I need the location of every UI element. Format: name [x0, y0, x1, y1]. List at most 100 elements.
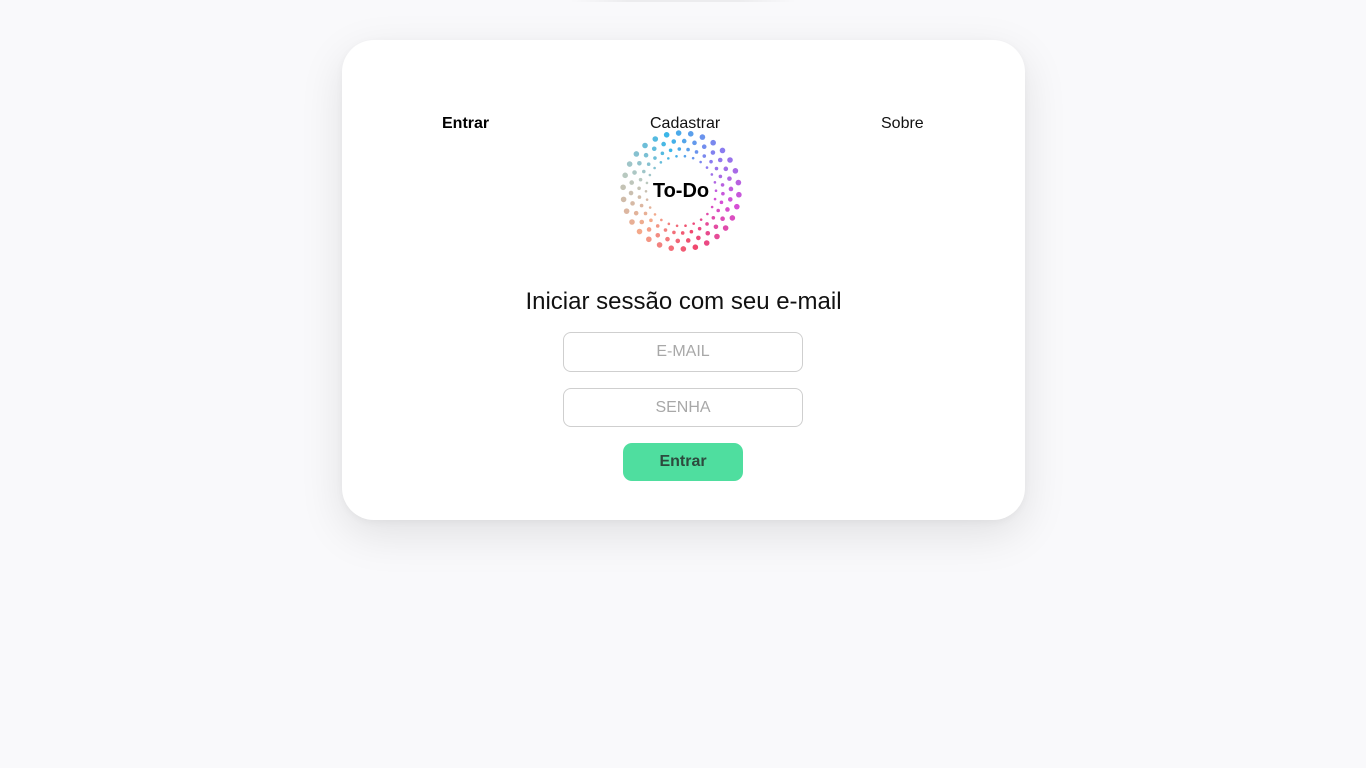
- logo-dot: [632, 170, 637, 175]
- logo-dot: [691, 156, 695, 160]
- login-heading: Iniciar sessão com seu e-mail: [525, 288, 842, 315]
- logo-dot: [637, 186, 641, 191]
- logo-dot: [681, 138, 687, 144]
- logo-dot: [706, 212, 709, 216]
- logo-dot: [709, 159, 713, 164]
- logo-dot: [660, 218, 663, 222]
- logo-dot: [701, 144, 707, 150]
- logo-dot: [696, 235, 701, 241]
- logo-dot: [665, 236, 670, 242]
- logo-dot: [648, 173, 652, 177]
- logo-dot: [713, 181, 717, 184]
- logo-dot: [705, 222, 709, 226]
- login-card: Entrar Cadastrar Sobre To-Do Iniciar ses…: [342, 40, 1025, 520]
- nav-sobre-tab[interactable]: Sobre: [881, 114, 924, 134]
- logo-dot: [620, 184, 626, 191]
- logo-dot: [637, 195, 642, 199]
- logo-dot: [680, 246, 687, 252]
- logo-dot: [719, 200, 724, 205]
- logo-dot: [722, 225, 729, 231]
- logo-dot: [645, 198, 649, 201]
- logo-dot: [653, 213, 657, 216]
- logo-dot: [699, 160, 702, 164]
- submit-button[interactable]: Entrar: [623, 443, 743, 481]
- logo-dot: [727, 176, 732, 181]
- logo-dot: [656, 242, 663, 248]
- dotted-ring-logo-icon: To-Do: [620, 130, 742, 252]
- logo-dot: [639, 203, 644, 208]
- logo-dot: [713, 197, 717, 201]
- logo-text: To-Do: [653, 180, 709, 202]
- logo-dot: [633, 151, 640, 157]
- logo-dot: [645, 181, 649, 185]
- logo-dot: [646, 236, 652, 243]
- logo-dot: [716, 208, 720, 213]
- logo-dot: [655, 232, 661, 238]
- top-divider: [570, 0, 796, 2]
- logo-dot: [668, 148, 673, 153]
- logo-dot: [697, 226, 702, 231]
- email-input[interactable]: [563, 332, 803, 372]
- logo-dot: [675, 130, 682, 136]
- logo-dot: [710, 173, 714, 176]
- logo-dot: [638, 177, 643, 182]
- logo-dot: [633, 210, 639, 216]
- todo-logo: To-Do: [616, 126, 746, 256]
- logo-dot: [719, 147, 726, 154]
- logo-dot: [686, 147, 690, 152]
- logo-dot: [683, 154, 687, 158]
- logo-dot: [692, 244, 699, 250]
- logo-dot: [710, 205, 714, 209]
- logo-dot: [661, 141, 666, 147]
- logo-dot: [685, 238, 691, 243]
- logo-dot: [684, 224, 687, 228]
- logo-dot: [659, 161, 663, 164]
- logo-dot: [689, 229, 694, 234]
- logo-dot: [736, 191, 742, 198]
- logo-dot: [725, 207, 730, 212]
- logo-dot: [699, 218, 703, 221]
- logo-dot: [655, 224, 660, 228]
- logo-dot: [675, 154, 678, 158]
- logo-dot: [727, 157, 733, 163]
- logo-dot: [714, 233, 720, 240]
- logo-dot: [643, 211, 648, 216]
- logo-dot: [705, 166, 709, 169]
- logo-dot: [714, 166, 719, 171]
- logo-dot: [620, 196, 627, 203]
- logo-dot: [677, 147, 682, 151]
- logo-dot: [628, 190, 634, 196]
- logo-dot: [667, 222, 671, 226]
- logo-dot: [705, 230, 711, 236]
- logo-dot: [652, 136, 659, 142]
- logo-dot: [720, 216, 725, 222]
- logo-dot: [703, 240, 710, 246]
- logo-dot: [642, 169, 646, 174]
- logo-dot: [667, 157, 670, 160]
- logo-dot: [711, 216, 716, 220]
- logo-dot: [734, 203, 740, 210]
- logo-dot: [660, 151, 665, 156]
- logo-dot: [692, 140, 697, 146]
- logo-dot: [646, 227, 652, 232]
- logo-dot: [653, 156, 657, 160]
- logo-dot: [644, 189, 648, 193]
- nav-entrar-tab[interactable]: Entrar: [442, 114, 489, 134]
- logo-dot: [699, 134, 706, 140]
- logo-dot: [694, 150, 699, 154]
- password-input[interactable]: [563, 388, 803, 427]
- logo-dot: [732, 168, 739, 174]
- logo-dot: [626, 161, 633, 167]
- logo-dot: [646, 162, 651, 166]
- logo-dot: [718, 174, 723, 179]
- logo-dot: [735, 179, 742, 186]
- logo-dot: [663, 132, 670, 138]
- logo-dot: [629, 180, 635, 185]
- logo-dot: [672, 230, 676, 235]
- logo-dot: [648, 206, 652, 209]
- logo-dot: [668, 245, 675, 251]
- logo-dot: [629, 219, 635, 225]
- logo-dot: [642, 142, 648, 149]
- logo-dot: [649, 218, 653, 223]
- logo-dot: [680, 231, 685, 235]
